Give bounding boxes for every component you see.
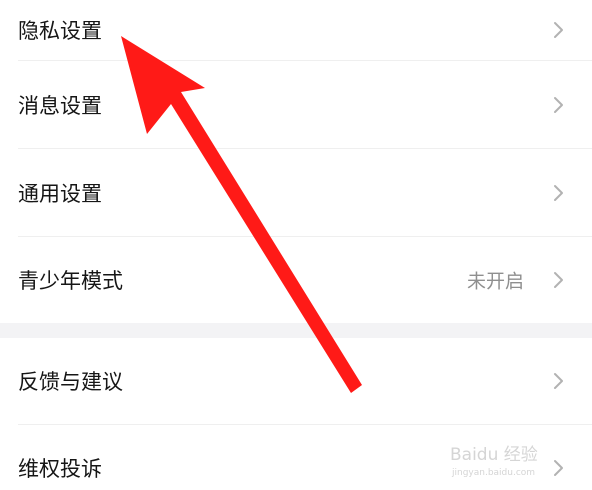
message-settings-label: 消息设置 [18, 93, 102, 118]
chevron-right-icon [554, 373, 563, 389]
message-settings-row[interactable]: 消息设置 [0, 61, 592, 148]
privacy-settings-label: 隐私设置 [18, 19, 102, 43]
section-gap [0, 323, 592, 338]
settings-list: 隐私设置 消息设置 通用设置 青少年模式 未开启 反馈与建议 维权投诉 [0, 0, 592, 490]
general-settings-label: 通用设置 [18, 181, 102, 206]
youth-mode-status: 未开启 [466, 270, 524, 293]
youth-mode-row[interactable]: 青少年模式 未开启 [0, 237, 592, 323]
chevron-right-icon [554, 272, 563, 288]
chevron-right-icon [554, 184, 563, 201]
youth-mode-label: 青少年模式 [18, 269, 123, 293]
privacy-settings-row[interactable]: 隐私设置 [0, 0, 592, 60]
rights-complaint-row[interactable]: 维权投诉 [0, 425, 592, 490]
chevron-right-icon [554, 96, 563, 113]
feedback-row[interactable]: 反馈与建议 [0, 338, 592, 424]
feedback-label: 反馈与建议 [18, 370, 123, 394]
chevron-right-icon [554, 459, 563, 476]
rights-complaint-label: 维权投诉 [18, 456, 102, 481]
chevron-right-icon [554, 22, 563, 38]
general-settings-row[interactable]: 通用设置 [0, 149, 592, 236]
